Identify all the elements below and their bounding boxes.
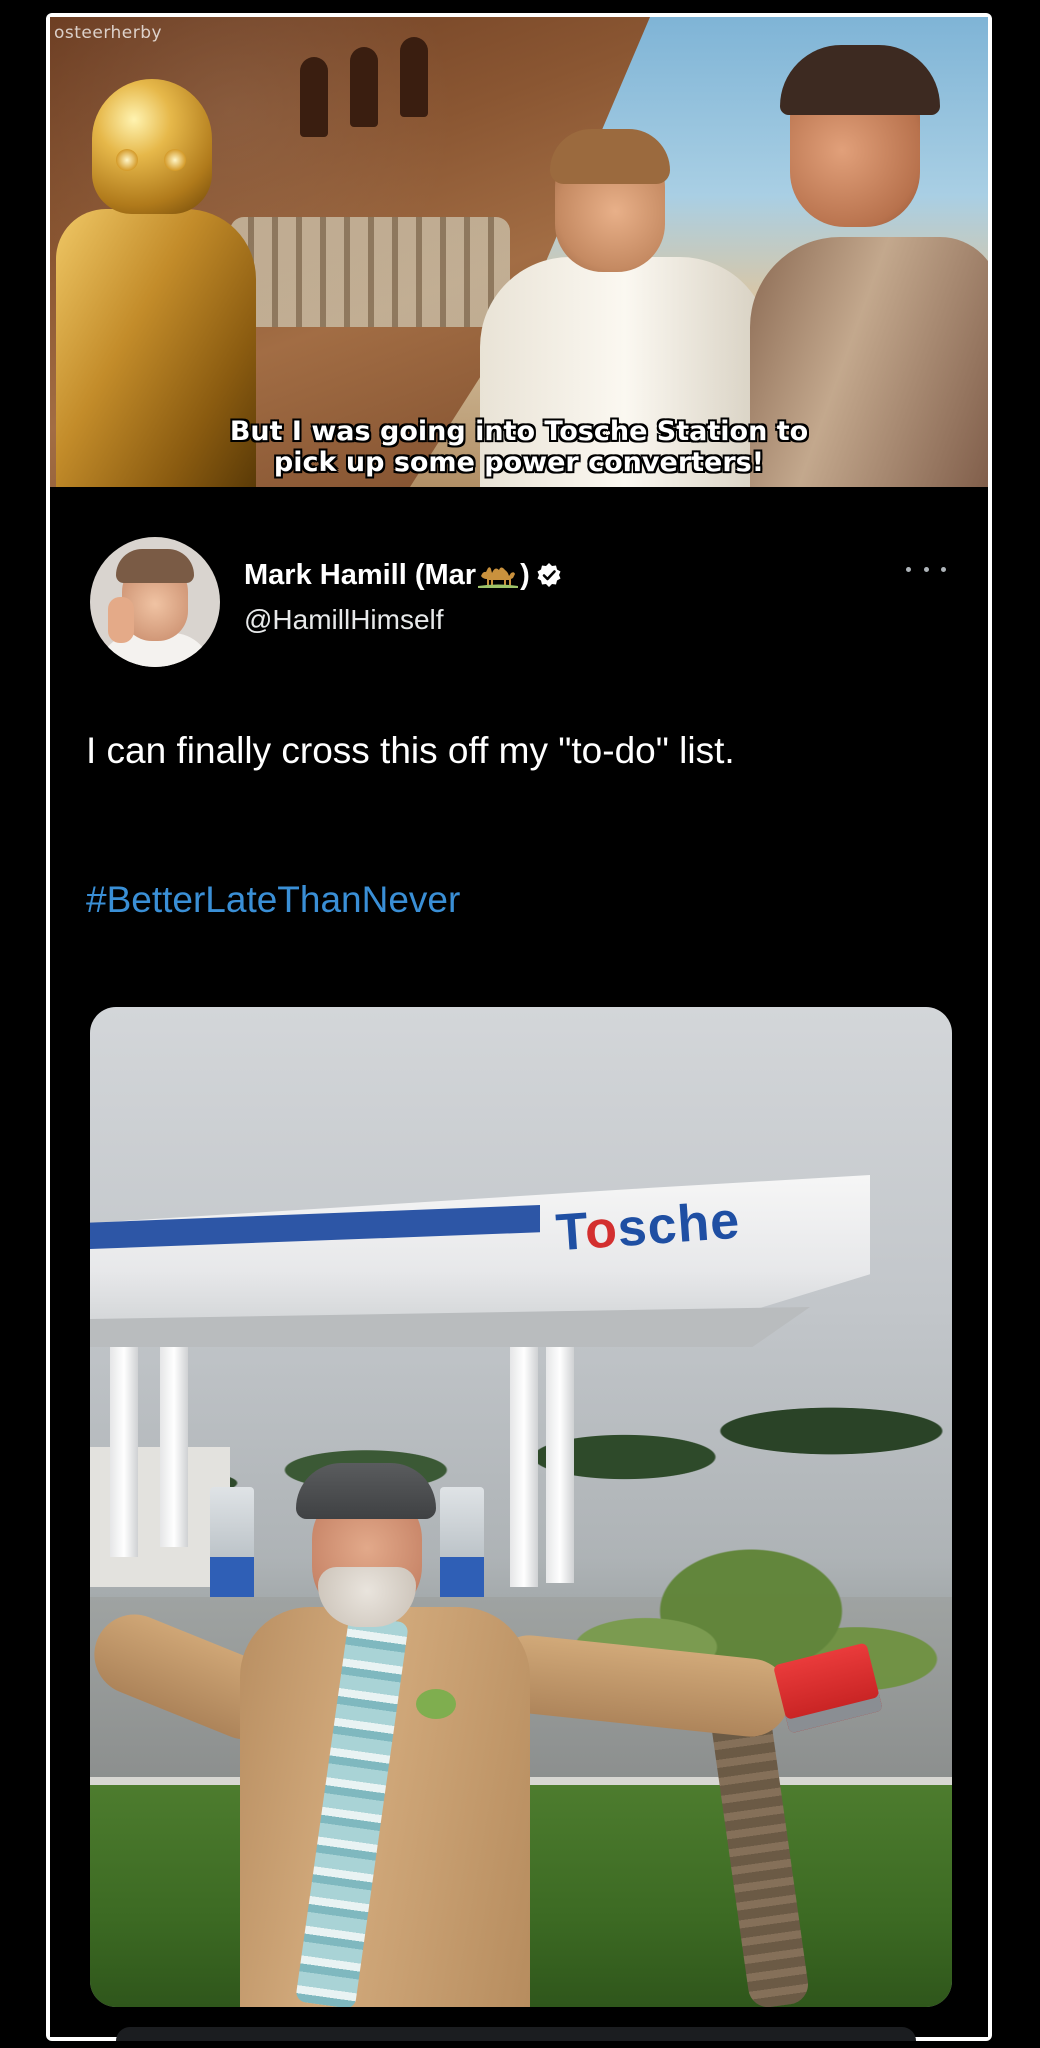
flat-cap: [296, 1463, 436, 1519]
station-sign-text: Tosche: [554, 1191, 742, 1264]
movie-still-image: osteerherby But I was going into Tosche …: [50, 17, 988, 487]
hashtag-link[interactable]: #BetterLateThanNever: [86, 879, 460, 921]
watermark-text: osteerherby: [54, 23, 163, 43]
user-handle[interactable]: @HamillHimself: [244, 604, 444, 636]
tweet-panel: Mark Hamill (Mar ) @HamillHimself I can …: [50, 487, 988, 2037]
display-name[interactable]: Mark Hamill (Mar ): [244, 559, 562, 592]
avatar[interactable]: [90, 537, 220, 667]
man-in-coat-figure: [90, 1427, 884, 2007]
verified-badge-icon: [537, 563, 561, 587]
tweet-text: I can finally cross this off my "to-do" …: [86, 730, 735, 771]
moisture-machine: [230, 217, 510, 327]
post-card: osteerherby But I was going into Tosche …: [46, 13, 992, 2041]
subtitle-line-2: pick up some power converters!: [273, 447, 765, 478]
display-name-text: Mark Hamill (Mar: [244, 559, 477, 591]
station-sign-label: Tosche: [554, 1191, 743, 1263]
subtitle-line-1: But I was going into Tosche Station to: [229, 416, 809, 447]
more-options-icon[interactable]: [906, 559, 946, 579]
display-name-suffix: ): [520, 559, 530, 591]
camel-icon: [478, 567, 519, 588]
boutonniere: [416, 1689, 456, 1719]
tweet-photo[interactable]: Tosche: [90, 1007, 952, 2007]
bottom-edge-bar: [116, 2027, 916, 2041]
